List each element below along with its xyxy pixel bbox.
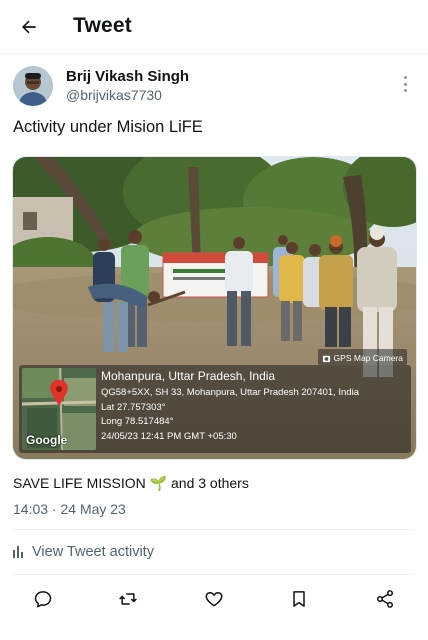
bar-chart-icon [13,546,23,558]
author-handle[interactable]: @brijvikas7730 [66,87,162,103]
map-thumbnail: Google [22,368,96,450]
retweet-icon [119,593,137,605]
avatar[interactable] [13,66,53,106]
gps-location: Mohanpura, Uttar Pradesh, India [101,369,276,383]
like-button[interactable] [201,586,227,612]
share-icon [376,590,394,608]
gps-latitude: Lat 27.757303° [101,401,166,413]
top-bar: Tweet [0,0,428,54]
reply-icon [34,591,52,608]
liked-by-others[interactable]: and 3 others [171,475,249,491]
more-options-button[interactable] [398,74,412,94]
gps-details: Mohanpura, Uttar Pradesh, India QG58+5XX… [101,369,359,444]
seedling-emoji: 🌱 [149,475,168,491]
tweet-timestamp[interactable]: 14:03 · 24 May 23 [13,501,126,517]
tweet-text: Activity under Mision LiFE [13,118,203,136]
view-tweet-activity-button[interactable]: View Tweet activity [13,544,154,560]
gps-badge-label: GPS Map Camera [333,353,403,363]
heart-icon [205,592,223,607]
arrow-left-icon [22,20,36,34]
tweet-photo[interactable]: GPS Map Camera Google Mohanpura, Uttar P… [12,156,417,460]
liked-by-line: SAVE LIFE MISSION 🌱 and 3 others [13,475,249,492]
bookmark-button[interactable] [286,586,312,612]
author-name[interactable]: Brij Vikash Singh [66,68,189,85]
tweet-author: Brij Vikash Singh @brijvikas7730 [13,66,415,108]
more-vertical-icon [403,76,407,79]
page-title: Tweet [73,14,132,37]
retweet-button[interactable] [115,586,141,612]
gps-map-camera-badge: GPS Map Camera [317,349,407,365]
activity-label: View Tweet activity [32,544,154,560]
tweet-actions [0,586,428,612]
share-button[interactable] [372,586,398,612]
divider [13,529,415,530]
gps-longitude: Long 78.517484° [101,416,174,427]
gps-address: QG58+5XX, SH 33, Mohanpura, Uttar Prades… [101,387,359,398]
camera-pin-icon [322,355,330,362]
bookmark-icon [293,591,305,607]
map-provider-label: Google [26,433,68,447]
back-button[interactable] [16,14,42,40]
gps-datetime: 24/05/23 12:41 PM GMT +05:30 [101,430,237,442]
divider [13,574,415,575]
liked-by-account[interactable]: SAVE LIFE MISSION [13,475,146,491]
reply-button[interactable] [30,586,56,612]
gps-info-overlay: Google Mohanpura, Uttar Pradesh, India Q… [19,365,411,453]
